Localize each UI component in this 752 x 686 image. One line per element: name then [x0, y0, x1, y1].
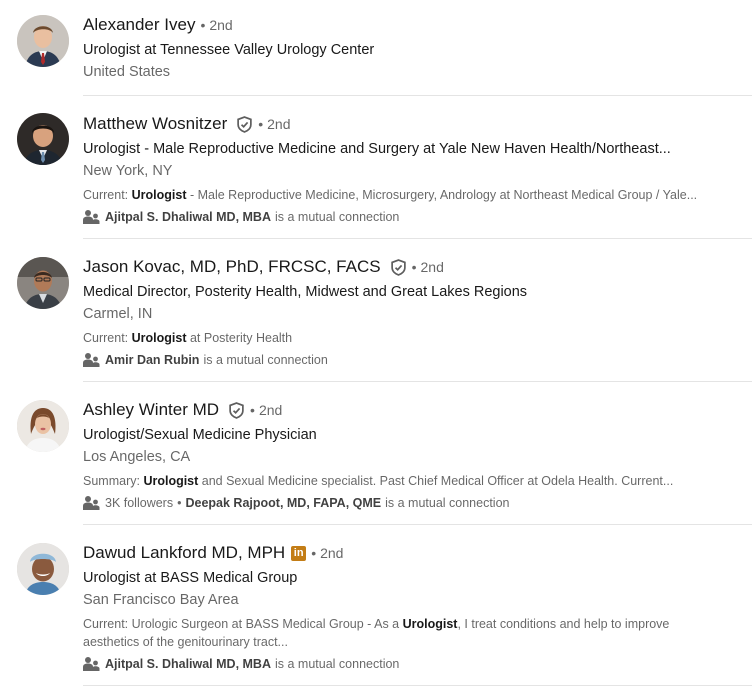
degree-dot: • [411, 259, 417, 275]
result-item: Alexander Ivey • 2nd Urologist at Tenness… [0, 0, 752, 96]
mutual-connection-name[interactable]: Amir Dan Rubin [105, 353, 199, 367]
mutual-connection: 3K followers • Deepak Rajpoot, MD, FAPA,… [83, 494, 752, 512]
summary-prefix: Summary: [83, 474, 144, 488]
location: Carmel, IN [83, 306, 153, 322]
name-row: Matthew Wosnitzer • 2nd [83, 113, 752, 135]
verified-shield-icon [228, 401, 245, 419]
name-row: Alexander Ivey • 2nd [83, 14, 752, 36]
degree-dot: • [200, 17, 206, 33]
people-icon [83, 656, 100, 672]
followers-count: 3K followers [105, 496, 174, 510]
profile-name-link[interactable]: Alexander Ivey [83, 15, 195, 35]
people-icon [83, 495, 100, 511]
location: Los Angeles, CA [83, 449, 191, 465]
connection-degree: • 2nd [412, 259, 444, 275]
summary-keyword: Urologist [131, 331, 187, 345]
result-content: Ashley Winter MD • 2nd Urologist/Sexual M… [83, 382, 752, 525]
result-item: Jason Kovac, MD, PhD, FRCSC, FACS • 2nd M… [0, 239, 752, 382]
avatar-column [0, 96, 83, 239]
degree-label: 2nd [320, 545, 344, 561]
location: San Francisco Bay Area [83, 592, 239, 608]
result-content: Dawud Lankford MD, MPH in • 2nd Urologist… [83, 525, 752, 686]
mutual-connection-name[interactable]: Deepak Rajpoot, MD, FAPA, QME [185, 496, 381, 510]
profile-name-link[interactable]: Dawud Lankford MD, MPH [83, 543, 285, 563]
avatar[interactable] [17, 257, 69, 309]
summary-rest: at Posterity Health [186, 331, 293, 345]
degree-label: 2nd [267, 116, 291, 132]
degree-dot: • [258, 116, 264, 132]
mutual-connection-suffix: is a mutual connection [203, 353, 328, 367]
avatar-column [0, 525, 83, 686]
degree-label: 2nd [258, 402, 283, 418]
summary: Current: Urologist - Male Reproductive M… [83, 186, 731, 204]
connection-degree: • 2nd [200, 17, 232, 33]
people-icon [83, 352, 100, 368]
summary-prefix: Current: Urologic Surgeon at BASS Medica… [83, 617, 403, 631]
degree-dot: • [250, 402, 255, 418]
profile-name-link[interactable]: Jason Kovac, MD, PhD, FRCSC, FACS [83, 257, 381, 277]
name-row: Ashley Winter MD • 2nd [83, 399, 752, 421]
profile-name-link[interactable]: Matthew Wosnitzer [83, 114, 227, 134]
connection-degree: • 2nd [250, 402, 282, 418]
summary-keyword: Urologist [143, 474, 199, 488]
verified-shield-icon [390, 258, 407, 276]
avatar[interactable] [17, 113, 69, 165]
result-item: Ashley Winter MD • 2nd Urologist/Sexual M… [0, 382, 752, 525]
mutual-connection: Ajitpal S. Dhaliwal MD, MBA is a mutual … [83, 208, 752, 226]
premium-linkedin-icon: in [291, 545, 307, 561]
location: United States [83, 64, 171, 80]
degree-label: 2nd [420, 259, 444, 275]
people-icon [83, 209, 100, 225]
followers-separator: • [177, 496, 182, 510]
summary-rest: - Male Reproductive Medicine, Microsurge… [186, 188, 698, 202]
profile-name-link[interactable]: Ashley Winter MD [83, 400, 219, 420]
search-results-list: Alexander Ivey • 2nd Urologist at Tenness… [0, 0, 752, 686]
verified-shield-icon [236, 115, 253, 133]
avatar[interactable] [17, 15, 69, 67]
connection-degree: • 2nd [258, 116, 290, 132]
location: New York, NY [83, 163, 173, 179]
mutual-connection-name[interactable]: Ajitpal S. Dhaliwal MD, MBA [105, 210, 271, 224]
mutual-connection-suffix: is a mutual connection [385, 496, 510, 510]
mutual-connection: Ajitpal S. Dhaliwal MD, MBA is a mutual … [83, 655, 752, 673]
result-item: Dawud Lankford MD, MPH in • 2nd Urologist… [0, 525, 752, 686]
summary-keyword: Urologist [131, 188, 187, 202]
mutual-connection-suffix: is a mutual connection [275, 210, 400, 224]
headline: Urologist - Male Reproductive Medicine a… [83, 141, 671, 157]
mutual-connection: Amir Dan Rubin is a mutual connection [83, 351, 752, 369]
headline: Medical Director, Posterity Health, Midw… [83, 284, 528, 300]
result-content: Jason Kovac, MD, PhD, FRCSC, FACS • 2nd M… [83, 239, 752, 382]
avatar-column [0, 382, 83, 525]
degree-dot: • [311, 545, 317, 561]
summary: Current: Urologic Surgeon at BASS Medica… [83, 615, 703, 651]
mutual-connection-name[interactable]: Ajitpal S. Dhaliwal MD, MBA [105, 657, 271, 671]
headline: Urologist at BASS Medical Group [83, 570, 298, 586]
result-item: Matthew Wosnitzer • 2nd Urologist - Male … [0, 96, 752, 239]
mutual-connection-suffix: is a mutual connection [275, 657, 400, 671]
summary-keyword: Urologist [402, 617, 458, 631]
degree-label: 2nd [209, 17, 233, 33]
connection-degree: • 2nd [311, 545, 343, 561]
avatar[interactable] [17, 543, 69, 595]
avatar-column [0, 239, 83, 382]
result-content: Alexander Ivey • 2nd Urologist at Tenness… [83, 0, 752, 96]
name-row: Jason Kovac, MD, PhD, FRCSC, FACS • 2nd [83, 256, 752, 278]
summary: Current: Urologist at Posterity Health [83, 329, 731, 347]
summary-prefix: Current: [83, 188, 132, 202]
headline: Urologist/Sexual Medicine Physician [83, 427, 317, 443]
avatar[interactable] [17, 400, 69, 452]
result-content: Matthew Wosnitzer • 2nd Urologist - Male … [83, 96, 752, 239]
summary-rest: and Sexual Medicine specialist. Past Chi… [198, 474, 674, 488]
name-row: Dawud Lankford MD, MPH in • 2nd [83, 542, 752, 564]
avatar-column [0, 0, 83, 96]
summary: Summary: Urologist and Sexual Medicine s… [83, 472, 731, 490]
headline: Urologist at Tennessee Valley Urology Ce… [83, 42, 375, 58]
summary-prefix: Current: [83, 331, 132, 345]
